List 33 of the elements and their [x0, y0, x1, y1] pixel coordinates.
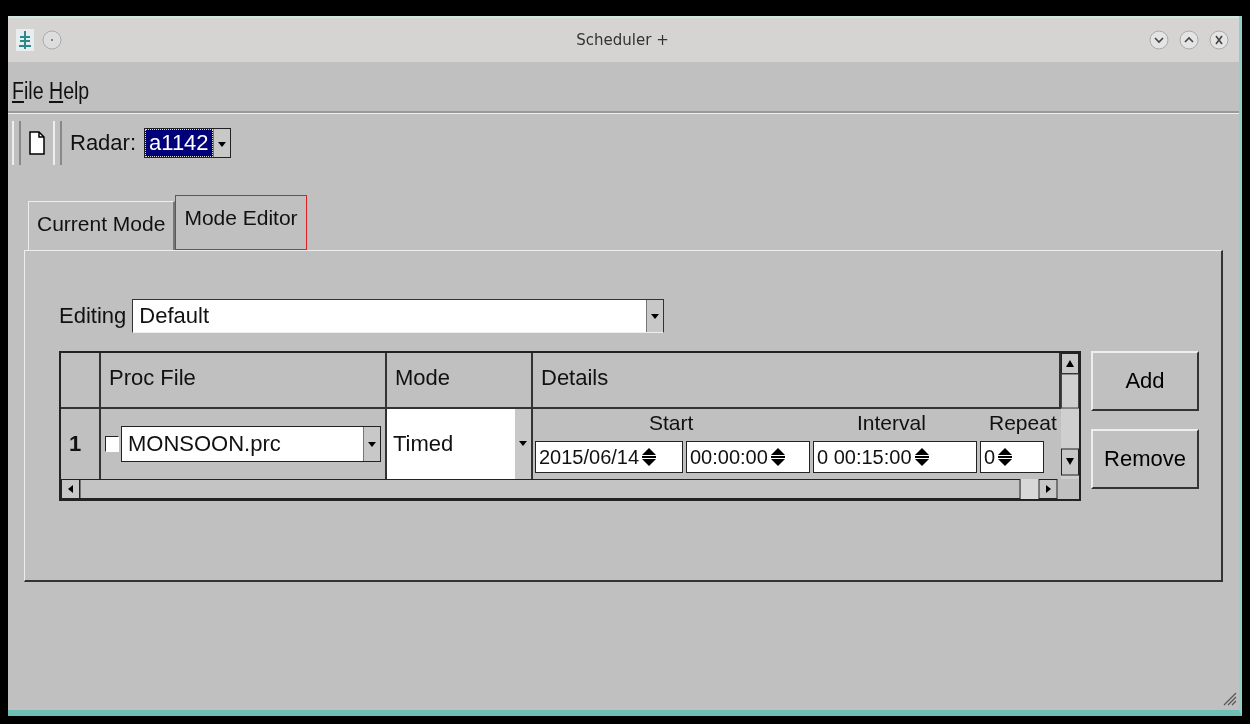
- radar-dropdown[interactable]: a1142: [144, 128, 231, 158]
- checkbox[interactable]: [105, 436, 119, 452]
- tab[interactable]: Current Mode: [28, 201, 176, 250]
- menu-item[interactable]: File: [12, 78, 44, 105]
- detail-header: Repeat: [989, 411, 1057, 435]
- date-spinner[interactable]: 2015/06/14: [535, 441, 683, 473]
- resize-grip-icon[interactable]: [1223, 692, 1237, 706]
- repeat-spinner[interactable]: 0: [980, 441, 1044, 473]
- mode-dropdown[interactable]: Timed: [387, 409, 533, 479]
- window-title: Scheduler +: [575, 31, 670, 49]
- vertical-scrollbar[interactable]: [1061, 353, 1079, 409]
- detail-header: Interval: [857, 411, 926, 435]
- detail-header: Start: [649, 411, 694, 435]
- interval-spinner[interactable]: 0 00:15:00: [813, 441, 977, 473]
- minimize-icon[interactable]: [1149, 30, 1169, 50]
- toolbar-grip: [53, 121, 62, 165]
- app-icon[interactable]: [16, 29, 34, 51]
- button[interactable]: Add: [1091, 351, 1199, 411]
- column-header: Details: [533, 353, 1061, 409]
- tab[interactable]: Mode Editor: [175, 195, 307, 250]
- proc-file-dropdown[interactable]: MONSOON.prc: [121, 426, 381, 462]
- vertical-scrollbar[interactable]: [1061, 409, 1079, 479]
- editing-label: Editing: [59, 303, 127, 329]
- editing-dropdown[interactable]: Default: [132, 299, 665, 333]
- maximize-icon[interactable]: [1179, 30, 1199, 50]
- new-file-icon[interactable]: [29, 131, 45, 155]
- time-spinner[interactable]: 00:00:00: [686, 441, 810, 473]
- close-icon[interactable]: [1209, 30, 1229, 50]
- radar-label: Radar:: [70, 130, 137, 156]
- toolbar-grip: [12, 121, 21, 165]
- button[interactable]: Remove: [1091, 429, 1199, 489]
- column-header: Proc File: [101, 353, 387, 409]
- menu-item[interactable]: Help: [49, 78, 90, 105]
